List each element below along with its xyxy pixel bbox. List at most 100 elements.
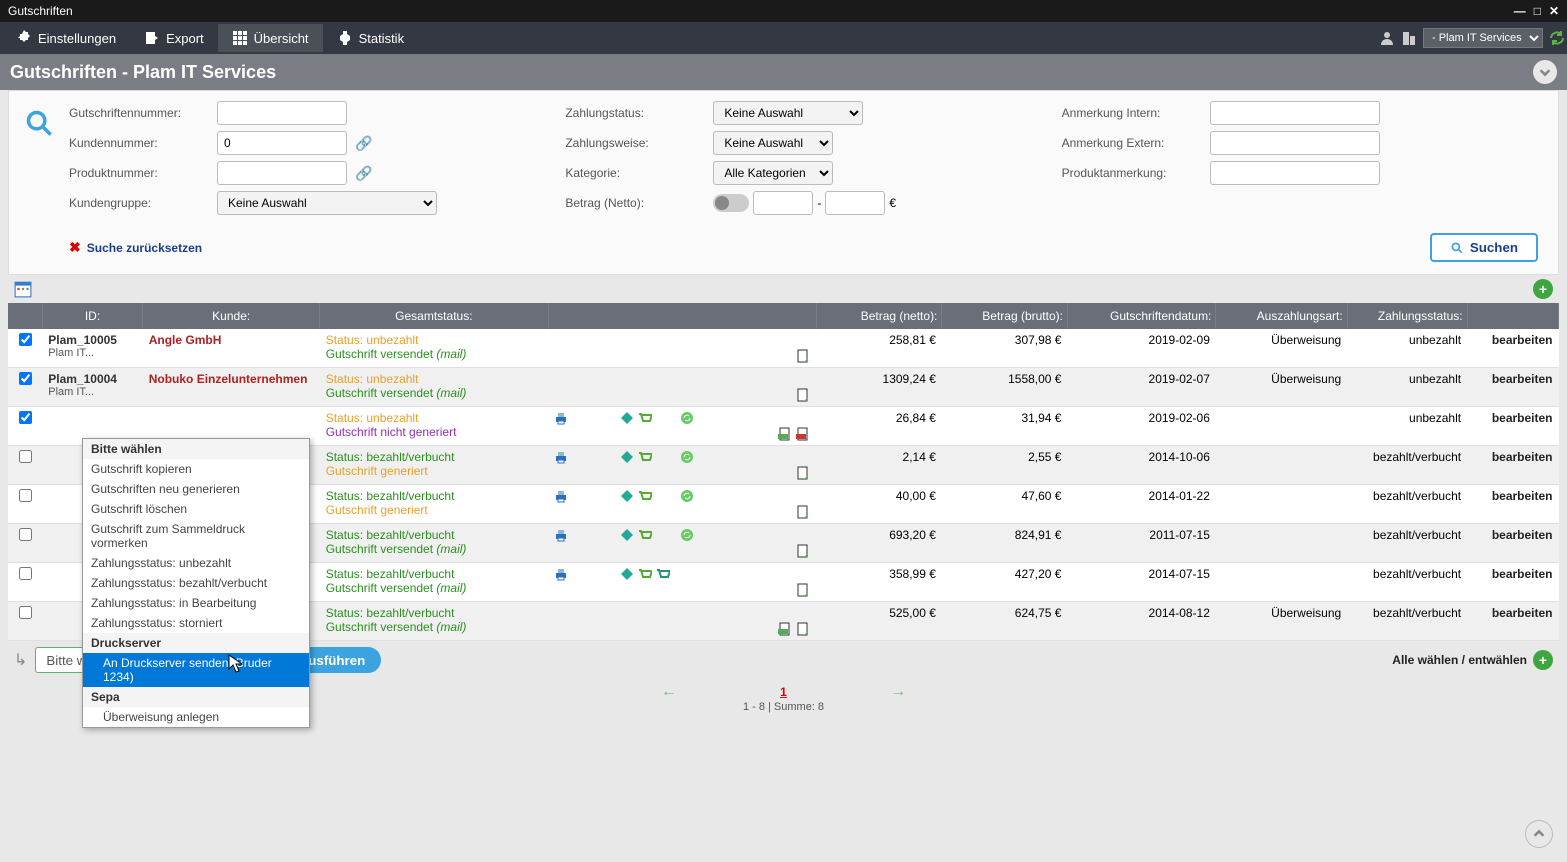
building-icon[interactable]: [1401, 30, 1417, 46]
th-status[interactable]: Gesamtstatus:: [320, 303, 548, 329]
org-selector[interactable]: - Plam IT Services: [1423, 28, 1543, 48]
select-all-link[interactable]: Alle wählen / entwählen +: [1392, 650, 1553, 670]
edit-link[interactable]: bearbeiten: [1492, 333, 1553, 347]
label-payment-method: Zahlungsweise:: [565, 136, 705, 150]
row-checkbox[interactable]: [19, 411, 32, 424]
row-net: 1309,24 €: [816, 368, 942, 407]
scroll-top-button[interactable]: [1525, 820, 1553, 848]
context-menu-item[interactable]: An Druckserver senden (Bruder 1234): [83, 653, 309, 687]
context-menu-header: Sepa: [83, 687, 309, 707]
add-button[interactable]: +: [1533, 650, 1553, 670]
select-customer-group[interactable]: Keine Auswahl: [217, 191, 437, 215]
input-amount-from[interactable]: [753, 191, 813, 215]
input-amount-to[interactable]: [825, 191, 885, 215]
row-status-2: Gutschrift versendet (mail): [326, 581, 542, 595]
row-status-1: Status: bezahlt/verbucht: [326, 489, 542, 503]
row-checkbox[interactable]: [19, 333, 32, 346]
input-product-note[interactable]: [1210, 161, 1380, 185]
context-menu-item[interactable]: Zahlungsstatus: storniert: [83, 613, 309, 633]
menu-overview[interactable]: Übersicht: [218, 24, 323, 52]
search-button[interactable]: Suchen: [1430, 233, 1538, 262]
row-payout: Überweisung: [1216, 329, 1347, 368]
row-paystatus: bezahlt/verbucht: [1347, 485, 1467, 524]
th-customer[interactable]: Kunde:: [143, 303, 320, 329]
row-paystatus: unbezahlt: [1347, 368, 1467, 407]
context-menu-item[interactable]: Gutschrift kopieren: [83, 459, 309, 479]
row-net: 258,81 €: [816, 329, 942, 368]
menu-statistics[interactable]: Statistik: [323, 24, 419, 52]
row-paystatus: bezahlt/verbucht: [1347, 602, 1467, 641]
row-status-1: Status: unbezahlt: [326, 333, 542, 347]
row-checkbox[interactable]: [19, 489, 32, 502]
context-menu-item[interactable]: Zahlungsstatus: in Bearbeitung: [83, 593, 309, 613]
next-page-icon[interactable]: →: [790, 683, 1006, 700]
context-menu-item[interactable]: Gutschriften neu generieren: [83, 479, 309, 499]
input-note-extern[interactable]: [1210, 131, 1380, 155]
edit-link[interactable]: bearbeiten: [1492, 450, 1553, 464]
input-credit-number[interactable]: [217, 101, 347, 125]
calendar-icon[interactable]: [14, 280, 32, 298]
context-menu: Bitte wählenGutschrift kopierenGutschrif…: [82, 438, 310, 728]
menu-export[interactable]: Export: [130, 24, 218, 52]
row-paystatus: bezahlt/verbucht: [1347, 563, 1467, 602]
th-payout[interactable]: Auszahlungsart:: [1216, 303, 1347, 329]
edit-link[interactable]: bearbeiten: [1492, 528, 1553, 542]
select-category[interactable]: Alle Kategorien: [713, 161, 833, 185]
refresh-icon[interactable]: [1549, 30, 1565, 46]
row-checkbox[interactable]: [19, 450, 32, 463]
row-payout: Überweisung: [1216, 602, 1347, 641]
row-checkbox[interactable]: [19, 372, 32, 385]
edit-link[interactable]: bearbeiten: [1492, 489, 1553, 503]
row-net: 693,20 €: [816, 524, 942, 563]
row-customer[interactable]: Angle GmbH: [149, 333, 222, 347]
th-date[interactable]: Gutschriftendatum:: [1067, 303, 1215, 329]
link-icon[interactable]: 🔗: [355, 135, 372, 152]
input-product-number[interactable]: [217, 161, 347, 185]
context-menu-item[interactable]: Zahlungsstatus: bezahlt/verbucht: [83, 573, 309, 593]
collapse-search-button[interactable]: [1533, 60, 1557, 84]
row-date: 2011-07-15: [1067, 524, 1215, 563]
prev-page-icon[interactable]: ←: [561, 683, 777, 700]
th-id[interactable]: ID:: [42, 303, 142, 329]
th-gross[interactable]: Betrag (brutto):: [942, 303, 1068, 329]
row-status-1: Status: unbezahlt: [326, 372, 542, 386]
row-date: 2014-01-22: [1067, 485, 1215, 524]
context-menu-item[interactable]: Überweisung anlegen: [83, 707, 309, 727]
connector-icon: ↳: [14, 650, 27, 670]
row-gross: 624,75 €: [942, 602, 1068, 641]
user-icon[interactable]: [1379, 30, 1395, 46]
row-customer[interactable]: Nobuko Einzelunternehmen: [149, 372, 308, 386]
input-note-intern[interactable]: [1210, 101, 1380, 125]
edit-link[interactable]: bearbeiten: [1492, 606, 1553, 620]
row-date: 2019-02-07: [1067, 368, 1215, 407]
reset-search-link[interactable]: ✖ Suche zurücksetzen: [69, 239, 202, 256]
row-status-2: Gutschrift nicht generiert: [326, 425, 542, 439]
context-menu-item[interactable]: Zahlungsstatus: unbezahlt: [83, 553, 309, 573]
minimize-icon[interactable]: —: [1514, 4, 1526, 18]
amount-toggle[interactable]: [713, 194, 749, 212]
row-checkbox[interactable]: [19, 606, 32, 619]
th-net[interactable]: Betrag (netto):: [816, 303, 942, 329]
context-menu-item[interactable]: Gutschrift zum Sammeldruck vormerken: [83, 519, 309, 553]
maximize-icon[interactable]: □: [1534, 4, 1541, 18]
menu-settings[interactable]: Einstellungen: [2, 24, 130, 52]
row-paystatus: bezahlt/verbucht: [1347, 524, 1467, 563]
search-panel: Gutschriftennummer: Zahlungstatus: Keine…: [8, 90, 1559, 275]
input-customer-number[interactable]: [217, 131, 347, 155]
context-menu-item[interactable]: Gutschrift löschen: [83, 499, 309, 519]
page-number[interactable]: 1: [780, 685, 787, 699]
row-checkbox[interactable]: [19, 567, 32, 580]
edit-link[interactable]: bearbeiten: [1492, 372, 1553, 386]
link-icon[interactable]: 🔗: [355, 165, 372, 182]
th-paystatus[interactable]: Zahlungsstatus:: [1347, 303, 1467, 329]
context-menu-header: Druckserver: [83, 633, 309, 653]
add-button[interactable]: +: [1533, 279, 1553, 299]
close-icon[interactable]: ✕: [1549, 4, 1559, 18]
edit-link[interactable]: bearbeiten: [1492, 411, 1553, 425]
edit-link[interactable]: bearbeiten: [1492, 567, 1553, 581]
select-payment-method[interactable]: Keine Auswahl: [713, 131, 833, 155]
row-checkbox[interactable]: [19, 528, 32, 541]
select-payment-status[interactable]: Keine Auswahl: [713, 101, 863, 125]
row-gross: 2,55 €: [942, 446, 1068, 485]
label-customer-group: Kundengruppe:: [69, 196, 209, 210]
